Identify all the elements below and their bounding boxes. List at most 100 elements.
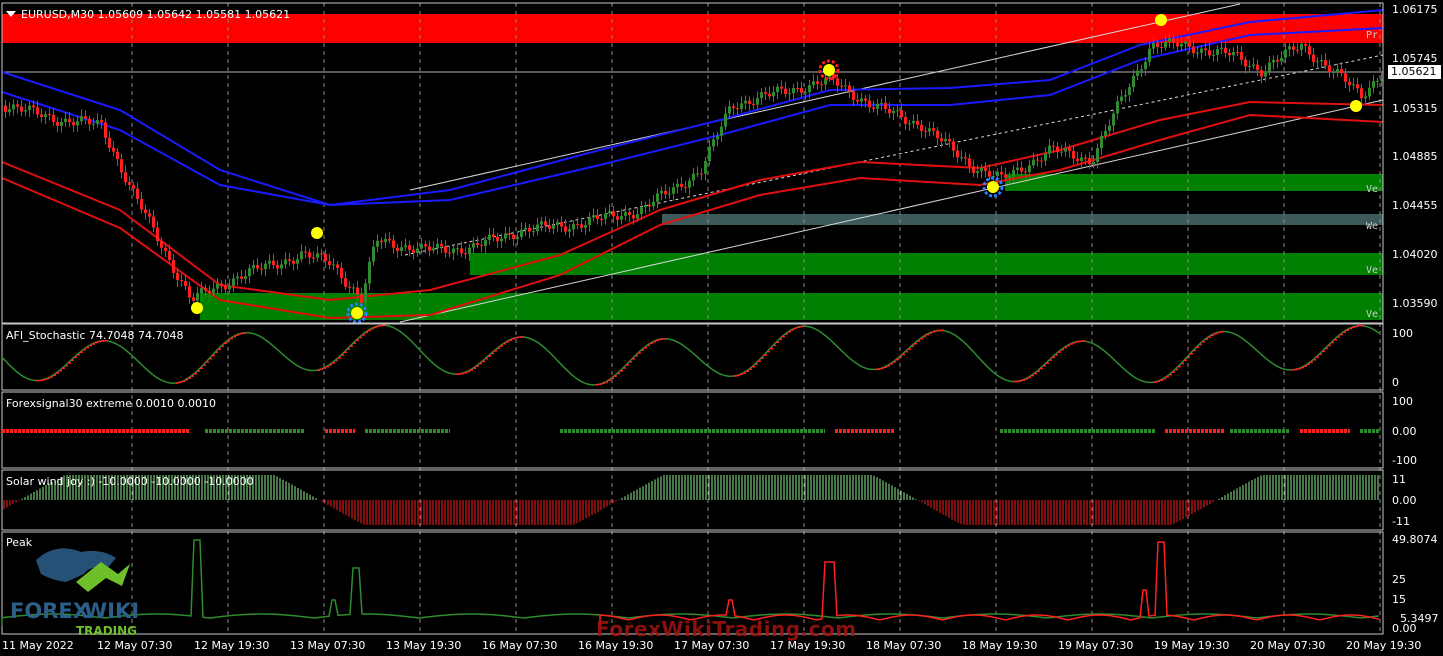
peak-tick: 0.00 bbox=[1392, 622, 1417, 635]
candle-body bbox=[600, 218, 603, 220]
candle-body bbox=[1036, 159, 1039, 161]
zone-label: Ve bbox=[1366, 184, 1379, 195]
candle-body bbox=[1340, 69, 1343, 74]
candle-body bbox=[1072, 151, 1075, 159]
signal-dot bbox=[311, 227, 323, 239]
candle-body bbox=[1108, 125, 1111, 131]
candle-body bbox=[252, 265, 255, 269]
trading-chart[interactable] bbox=[0, 0, 1443, 656]
candle-body bbox=[40, 114, 43, 118]
collapse-triangle-icon[interactable] bbox=[6, 11, 16, 17]
candle-body bbox=[532, 231, 535, 233]
candle-body bbox=[860, 98, 863, 102]
candle-body bbox=[564, 226, 567, 232]
candle-body bbox=[936, 130, 939, 139]
signal-dot bbox=[1350, 100, 1362, 112]
candle-body bbox=[176, 272, 179, 280]
candle-body bbox=[872, 107, 875, 109]
candle-body bbox=[544, 221, 547, 226]
candle-body bbox=[996, 171, 999, 176]
candle-body bbox=[584, 225, 587, 228]
candle-body bbox=[492, 234, 495, 238]
candle-body bbox=[1364, 96, 1367, 99]
candle-body bbox=[140, 199, 143, 210]
candle-body bbox=[180, 279, 183, 282]
candle-body bbox=[1060, 151, 1063, 153]
candle-body bbox=[756, 98, 759, 105]
candle-body bbox=[152, 216, 155, 228]
candle-body bbox=[168, 251, 171, 260]
candle-body bbox=[236, 276, 239, 279]
candle-body bbox=[1056, 146, 1059, 153]
signal-dot bbox=[987, 181, 999, 193]
peak-tick: 15 bbox=[1392, 593, 1406, 606]
candle-body bbox=[448, 252, 451, 254]
chart-canvas[interactable] bbox=[0, 0, 1443, 656]
candle-body bbox=[328, 261, 331, 266]
candle-body bbox=[864, 98, 867, 101]
candle-body bbox=[336, 264, 339, 268]
candle-body bbox=[956, 150, 959, 158]
candle-body bbox=[1376, 80, 1379, 82]
candle-body bbox=[36, 107, 39, 115]
candle-body bbox=[796, 88, 799, 90]
candle-body bbox=[732, 106, 735, 109]
candle-body bbox=[688, 180, 691, 188]
candle-body bbox=[972, 166, 975, 173]
candle-body bbox=[112, 147, 115, 152]
candle-body bbox=[164, 247, 167, 252]
candle-body bbox=[212, 288, 215, 294]
candle-body bbox=[520, 229, 523, 238]
candle-body bbox=[1356, 84, 1359, 89]
candle-body bbox=[912, 120, 915, 124]
candle-body bbox=[808, 85, 811, 93]
candle-body bbox=[740, 103, 743, 110]
candle-body bbox=[420, 244, 423, 249]
candle-body bbox=[736, 108, 739, 110]
candle-body bbox=[552, 225, 555, 229]
candle-body bbox=[384, 238, 387, 243]
candle-body bbox=[424, 244, 427, 247]
candle-body bbox=[644, 205, 647, 208]
candle-body bbox=[364, 283, 367, 303]
stochastic-line bbox=[1, 324, 1380, 386]
candle-body bbox=[764, 92, 767, 94]
candle-body bbox=[924, 130, 927, 132]
candle-body bbox=[316, 253, 319, 258]
candle-body bbox=[1028, 165, 1031, 173]
candle-body bbox=[628, 212, 631, 216]
candle-body bbox=[1228, 52, 1231, 56]
candle-body bbox=[1012, 169, 1015, 177]
candle-body bbox=[752, 103, 755, 105]
candle-body bbox=[76, 121, 79, 126]
candle-body bbox=[684, 186, 687, 188]
candle-body bbox=[1296, 49, 1299, 51]
stoch-tick: 0 bbox=[1392, 376, 1399, 389]
price-tick: 1.05745 bbox=[1392, 52, 1438, 65]
price-tick: 1.03590 bbox=[1392, 297, 1438, 310]
candle-body bbox=[1224, 47, 1227, 53]
signal-tick: -100 bbox=[1392, 454, 1417, 467]
time-label: 12 May 07:30 bbox=[97, 639, 173, 652]
candle-body bbox=[1100, 135, 1103, 149]
candle-body bbox=[208, 290, 211, 294]
candle-body bbox=[984, 167, 987, 172]
candle-body bbox=[472, 243, 475, 248]
candle-body bbox=[468, 247, 471, 254]
candle-body bbox=[324, 253, 327, 262]
candle-body bbox=[280, 264, 283, 269]
candle-body bbox=[748, 100, 751, 104]
candle-body bbox=[240, 276, 243, 279]
time-label: 18 May 19:30 bbox=[962, 639, 1038, 652]
candle-body bbox=[304, 251, 307, 253]
candle-body bbox=[496, 237, 499, 242]
candle-body bbox=[1168, 38, 1171, 42]
candle-body bbox=[788, 93, 791, 95]
time-label: 18 May 07:30 bbox=[866, 639, 942, 652]
candle-body bbox=[968, 158, 971, 167]
symbol-header: EURUSD,M30 1.05609 1.05642 1.05581 1.056… bbox=[6, 8, 290, 21]
candle-body bbox=[680, 183, 683, 187]
candle-body bbox=[1176, 42, 1179, 47]
peak-tick: 49.8074 bbox=[1392, 533, 1438, 546]
candle-body bbox=[312, 257, 315, 259]
